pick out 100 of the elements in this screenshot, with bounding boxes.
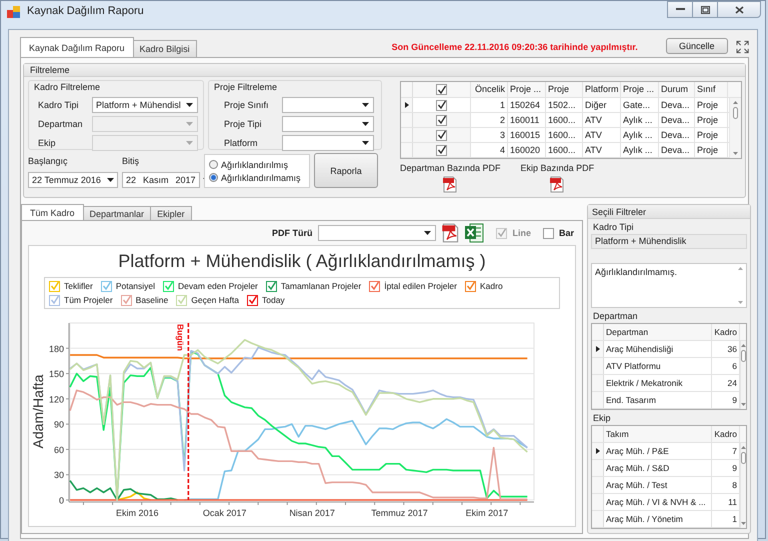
y-tick-label: 30 — [54, 470, 64, 480]
scrollbar[interactable] — [740, 341, 746, 409]
y-tick-label: 90 — [54, 420, 64, 430]
radio-option[interactable]: Ağırlıklandırılmış — [209, 160, 305, 170]
field-label: Proje Tipi — [223, 118, 263, 128]
column-header[interactable]: Proje — [546, 82, 583, 97]
tab[interactable]: Ekipler — [150, 206, 192, 220]
y-axis-title: Adam/Hafta — [30, 374, 46, 448]
row-checkbox[interactable] — [436, 114, 447, 126]
caret-icon — [186, 122, 193, 126]
table-cell: 150264 — [508, 98, 546, 112]
column-header[interactable]: Kadro — [712, 426, 740, 442]
scroll-up-icon[interactable] — [738, 267, 742, 270]
scroll-down-icon[interactable] — [733, 152, 738, 155]
pdf-file-icon[interactable] — [442, 223, 460, 243]
y-tick-label: 150 — [48, 369, 64, 380]
column-header[interactable]: Durum — [659, 82, 695, 97]
column-header[interactable]: Takım — [604, 426, 712, 442]
close-button[interactable] — [717, 1, 761, 18]
table-cell: 160020 — [508, 143, 546, 157]
minimize-button[interactable] — [667, 1, 693, 18]
field-label: Platform — [223, 138, 259, 148]
pointer-icon — [404, 102, 408, 108]
dropdown-field[interactable] — [282, 116, 374, 132]
panel-header: Seçili Filtreler — [588, 205, 750, 219]
report-button[interactable]: Raporla — [314, 153, 378, 188]
scroll-up-icon[interactable] — [733, 101, 738, 104]
pdf-file-icon[interactable] — [550, 176, 564, 193]
expand-icon[interactable] — [736, 40, 749, 54]
row-selector[interactable] — [401, 98, 413, 112]
x-tick-label: Ekim 2016 — [116, 508, 158, 518]
text-area: Ağırlıklandırılmamış. — [591, 263, 747, 308]
row-selector[interactable] — [592, 443, 604, 459]
row-checkbox[interactable] — [436, 100, 447, 110]
date-picker[interactable]: 22 Temmuz 2016 — [28, 172, 118, 188]
y-tick-label: 180 — [48, 344, 64, 354]
scroll-thumb[interactable] — [733, 107, 738, 119]
pointer-icon — [596, 448, 600, 454]
tab[interactable]: Departmanlar — [82, 206, 152, 220]
column-header[interactable]: Platform — [583, 82, 621, 97]
scroll-up-icon[interactable] — [741, 344, 746, 347]
scrollbar[interactable] — [740, 443, 746, 528]
update-button[interactable]: Güncelle — [666, 38, 728, 54]
scroll-up-icon[interactable] — [741, 446, 746, 449]
column-header[interactable]: Proje ... — [508, 82, 546, 97]
scroll-down-icon[interactable] — [741, 403, 746, 406]
scroll-thumb[interactable] — [741, 452, 746, 464]
table-cell: Araç Müh. / Yönetim — [604, 511, 712, 527]
date-label: Bitiş — [122, 156, 140, 166]
maximize-icon — [700, 6, 710, 14]
scroll-down-icon[interactable] — [741, 522, 746, 525]
pdf-type-dropdown[interactable] — [318, 225, 436, 241]
scroll-thumb[interactable] — [741, 350, 746, 362]
table-cell: Deva... — [659, 98, 695, 112]
x-tick-label: Ocak 2017 — [202, 508, 246, 518]
tab[interactable]: Tüm Kadro — [21, 204, 84, 220]
tab[interactable]: Kaynak Dağılım Raporu — [20, 37, 134, 57]
legend-checkbox[interactable] — [369, 280, 380, 292]
dropdown-field[interactable] — [282, 96, 374, 112]
maximize-button[interactable] — [692, 1, 718, 18]
last-update-message: Son Güncelleme 22.11.2016 09:20:36 tarihinde yapılmıştır. — [392, 42, 638, 52]
scroll-down-icon[interactable] — [738, 301, 742, 304]
table-cell: Elektrik / Mekatronik — [604, 375, 712, 391]
legend-checkbox[interactable] — [49, 294, 60, 306]
legend-label: Baseline — [136, 295, 168, 305]
x-tick-label: Temmuz 2017 — [371, 508, 428, 518]
row-checkbox[interactable] — [436, 130, 447, 140]
filter-header: Filtreleme — [24, 64, 745, 77]
legend-checkbox[interactable] — [247, 294, 258, 306]
column-header[interactable]: Departman — [604, 324, 712, 340]
field-label: Departman — [37, 118, 84, 128]
column-header[interactable]: Proje ... — [621, 82, 659, 97]
header-checkbox[interactable] — [436, 84, 447, 95]
group-title: Kadro Filtreleme — [34, 82, 102, 92]
table-cell: 160015 — [508, 128, 546, 142]
field-label: Kadro Tipi — [37, 100, 80, 110]
radio-option[interactable]: Ağırlıklandırılmamış — [209, 172, 305, 182]
legend-checkbox[interactable] — [49, 280, 60, 292]
legend-checkbox[interactable] — [163, 280, 174, 292]
section-label: Departman — [592, 310, 639, 323]
column-header[interactable]: Sınıf — [695, 82, 728, 97]
dropdown-field[interactable]: Platform + Mühendisl — [92, 96, 198, 112]
table-cell: Deva... — [659, 113, 695, 127]
close-icon — [734, 6, 744, 14]
legend-checkbox[interactable] — [100, 280, 112, 292]
spreadsheet-icon[interactable] — [465, 223, 484, 243]
pdf-file-icon[interactable] — [443, 176, 458, 193]
table-cell: ATV Platformu — [604, 358, 712, 374]
scrollbar[interactable] — [729, 98, 741, 158]
legend-checkbox[interactable] — [120, 294, 132, 306]
tab[interactable]: Kadro Bilgisi — [132, 40, 197, 57]
row-selector[interactable] — [592, 341, 604, 357]
minimize-icon — [676, 8, 684, 11]
legend-checkbox[interactable] — [266, 280, 277, 292]
column-header[interactable]: Kadro — [712, 324, 740, 340]
checkbox[interactable] — [542, 228, 554, 238]
table-cell: ATV — [583, 143, 621, 157]
dropdown-field[interactable] — [282, 134, 374, 150]
legend-checkbox[interactable] — [464, 280, 476, 292]
row-checkbox[interactable] — [436, 144, 447, 156]
